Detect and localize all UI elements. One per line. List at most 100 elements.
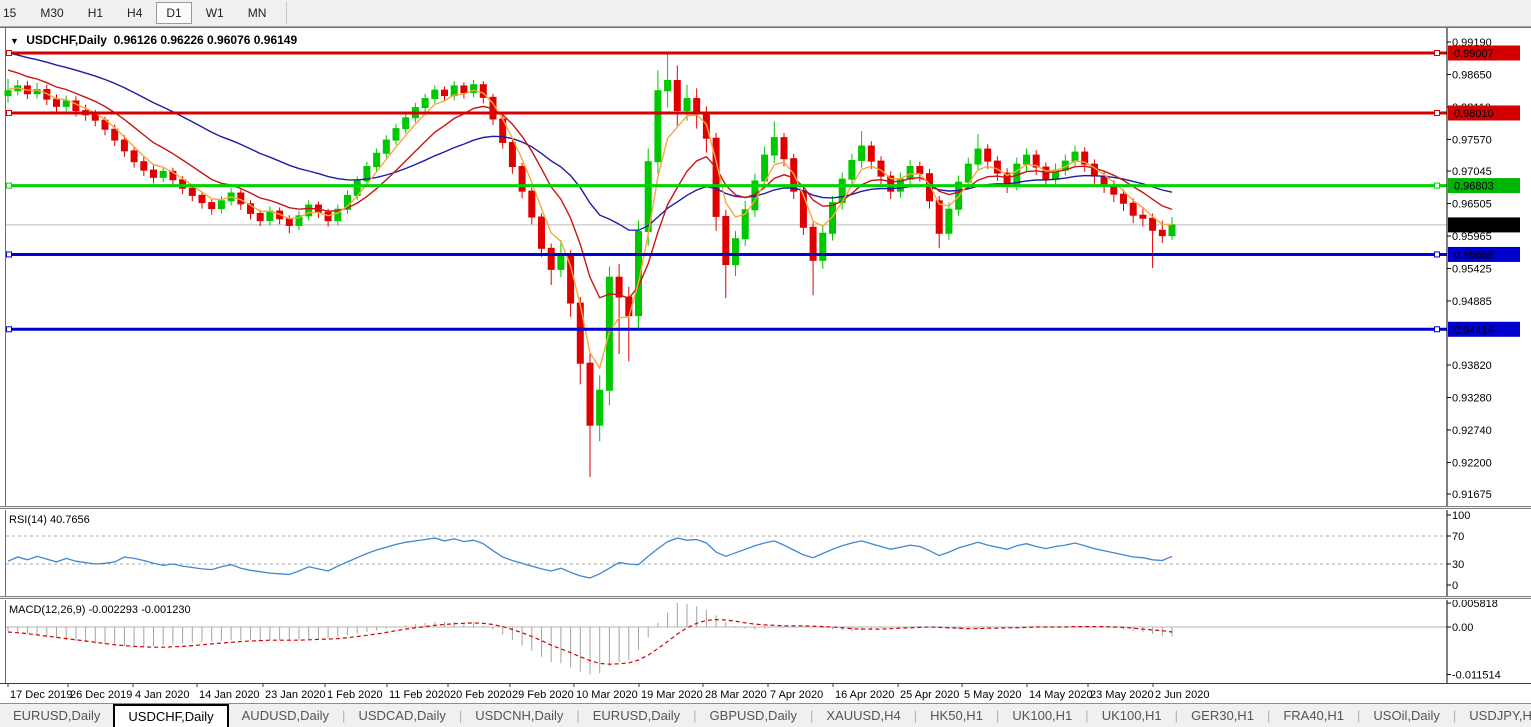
svg-text:0.98010: 0.98010 <box>1454 108 1494 120</box>
panel-separator[interactable] <box>0 506 1531 509</box>
price-badge-0.99007: 0.99007 <box>1448 46 1520 61</box>
timeframe-button-m30[interactable]: M30 <box>30 2 73 24</box>
price-axis-label: 0.95425 <box>1452 263 1492 275</box>
tab-eurusd-daily[interactable]: EURUSD,Daily <box>580 704 693 727</box>
date-axis-label: 16 Apr 2020 <box>835 689 894 701</box>
date-axis-label: 23 May 2020 <box>1090 689 1154 701</box>
price-axis-label: 0.91675 <box>1452 489 1492 501</box>
price-axis-label: 0.97570 <box>1452 134 1492 146</box>
tab-xauusd-h4[interactable]: XAUUSD,H4 <box>813 704 913 727</box>
date-axis: 17 Dec 201926 Dec 20194 Jan 2020 14 Jan 2… <box>0 683 1531 703</box>
timeframe-button-15[interactable]: 15 <box>0 2 26 24</box>
line-handle[interactable] <box>7 183 12 188</box>
rsi-axis-label: 100 <box>1452 510 1470 522</box>
tab-usoil-daily[interactable]: USOil,Daily <box>1360 704 1452 727</box>
timeframe-button-w1[interactable]: W1 <box>196 2 234 24</box>
tab-gbpusd-daily[interactable]: GBPUSD,Daily <box>697 704 810 727</box>
date-axis-label: 7 Apr 2020 <box>770 689 823 701</box>
tab-uk100-h1[interactable]: UK100,H1 <box>1089 704 1175 727</box>
macd-panel: 0.005818 0.00 -0.011514 <box>0 600 1531 683</box>
date-axis-label: 23 Jan 2020 <box>265 689 326 701</box>
tab-eurusd-daily[interactable]: EURUSD,Daily <box>0 704 113 727</box>
tab-usdchf-daily[interactable]: USDCHF,Daily <box>113 704 228 727</box>
date-axis-label: 19 Mar 2020 <box>641 689 703 701</box>
date-axis-label: 17 Dec 2019 <box>10 689 72 701</box>
rsi-axis-label: 0 <box>1452 580 1458 592</box>
date-axis-label: 28 Mar 2020 <box>705 689 767 701</box>
date-axis-label: 29 Feb 2020 <box>512 689 574 701</box>
macd-values: -0.002293 -0.001230 <box>88 604 190 616</box>
price-axis-label: 0.95965 <box>1452 231 1492 243</box>
svg-text:0.95658: 0.95658 <box>1454 249 1494 261</box>
price-badge-0.98010: 0.98010 <box>1448 105 1520 120</box>
price-badge-0.94414: 0.94414 <box>1448 322 1520 337</box>
rsi-axis-label: 70 <box>1452 531 1464 543</box>
line-handle[interactable] <box>7 252 12 257</box>
date-axis-label: 20 Feb 2020 <box>450 689 512 701</box>
trading-platform-window: 15M30H1H4D1W1MN 0.991900.986500.981100.9… <box>0 0 1531 727</box>
price-axis-label: 0.92740 <box>1452 425 1492 437</box>
price-badge-0.96803: 0.96803 <box>1448 178 1520 193</box>
timeframe-button-mn[interactable]: MN <box>238 2 277 24</box>
symbol-dropdown-icon[interactable]: ▼ <box>10 36 19 46</box>
panel-separator[interactable] <box>0 596 1531 599</box>
price-chart: 0.991900.986500.981100.975700.970450.965… <box>0 28 1531 507</box>
svg-text:0.94414: 0.94414 <box>1454 324 1494 336</box>
ohlc-values: 0.96126 0.96226 0.96076 0.96149 <box>114 33 298 47</box>
date-axis-label: 11 Feb 2020 <box>389 689 450 701</box>
line-handle[interactable] <box>1435 252 1440 257</box>
tab-ger30-h1[interactable]: GER30,H1 <box>1178 704 1267 727</box>
line-handle[interactable] <box>1435 51 1440 56</box>
date-axis-label: 25 Apr 2020 <box>900 689 959 701</box>
svg-text:0.99007: 0.99007 <box>1454 48 1494 60</box>
price-badge-0.96149: 0.96149 <box>1448 217 1520 232</box>
timeframe-toolbar: 15M30H1H4D1W1MN <box>0 0 1531 27</box>
macd-label: MACD(12,26,9) -0.002293 -0.001230 <box>9 604 191 616</box>
timeframe-button-h4[interactable]: H4 <box>117 2 152 24</box>
svg-text:0.96803: 0.96803 <box>1454 181 1494 193</box>
date-axis-label: 26 Dec 2019 <box>70 689 132 701</box>
line-handle[interactable] <box>1435 183 1440 188</box>
date-axis-label: 4 Jan 2020 <box>135 689 189 701</box>
tab-uk100-h1[interactable]: UK100,H1 <box>999 704 1085 727</box>
tab-hk50-h1[interactable]: HK50,H1 <box>917 704 996 727</box>
date-axis-label: 14 Jan 2020 <box>199 689 260 701</box>
macd-axis-label: 0.00 <box>1452 622 1473 634</box>
line-handle[interactable] <box>7 51 12 56</box>
date-axis-label: 2 Jun 2020 <box>1155 689 1209 701</box>
rsi-panel: 100 70 30 0 <box>0 510 1531 597</box>
rsi-label: RSI(14) 40.7656 <box>9 514 90 526</box>
svg-text:0.96149: 0.96149 <box>1454 220 1494 232</box>
tab-fra40-h1[interactable]: FRA40,H1 <box>1270 704 1357 727</box>
price-badge-0.95658: 0.95658 <box>1448 247 1520 262</box>
timeframe-button-d1[interactable]: D1 <box>156 2 191 24</box>
price-axis-label: 0.93280 <box>1452 392 1492 404</box>
chart-tab-bar: EURUSD,DailyUSDCHF,DailyAUDUSD,Daily|USD… <box>0 703 1531 727</box>
line-handle[interactable] <box>1435 110 1440 115</box>
price-axis-label: 0.98650 <box>1452 69 1492 81</box>
tab-usdcnh-daily[interactable]: USDCNH,Daily <box>462 704 576 727</box>
price-axis-label: 0.97045 <box>1452 166 1492 178</box>
date-axis-label: 14 May 2020 <box>1029 689 1093 701</box>
price-axis-label: 0.93820 <box>1452 360 1492 372</box>
rsi-axis-label: 30 <box>1452 559 1464 571</box>
chart-title: ▼ USDCHF,Daily 0.96126 0.96226 0.96076 0… <box>10 33 297 47</box>
symbol-label: USDCHF,Daily <box>26 33 107 47</box>
line-handle[interactable] <box>1435 327 1440 332</box>
price-axis-label: 0.96505 <box>1452 199 1492 211</box>
toolbar-separator <box>286 2 287 24</box>
macd-axis-label: 0.005818 <box>1452 600 1498 610</box>
price-axis-label: 0.92200 <box>1452 457 1492 469</box>
date-axis-label: 10 Mar 2020 <box>576 689 638 701</box>
rsi-value: 40.7656 <box>50 514 90 526</box>
price-axis-label: 0.94885 <box>1452 296 1492 308</box>
tab-usdjpy-h1[interactable]: USDJPY,H1 <box>1456 704 1531 727</box>
macd-axis-label: -0.011514 <box>1452 670 1501 682</box>
date-axis-label: 5 May 2020 <box>964 689 1021 701</box>
line-handle[interactable] <box>7 110 12 115</box>
date-axis-label: 1 Feb 2020 <box>327 689 383 701</box>
tab-usdcad-daily[interactable]: USDCAD,Daily <box>345 704 458 727</box>
tab-audusd-daily[interactable]: AUDUSD,Daily <box>229 704 342 727</box>
line-handle[interactable] <box>7 327 12 332</box>
timeframe-button-h1[interactable]: H1 <box>78 2 113 24</box>
